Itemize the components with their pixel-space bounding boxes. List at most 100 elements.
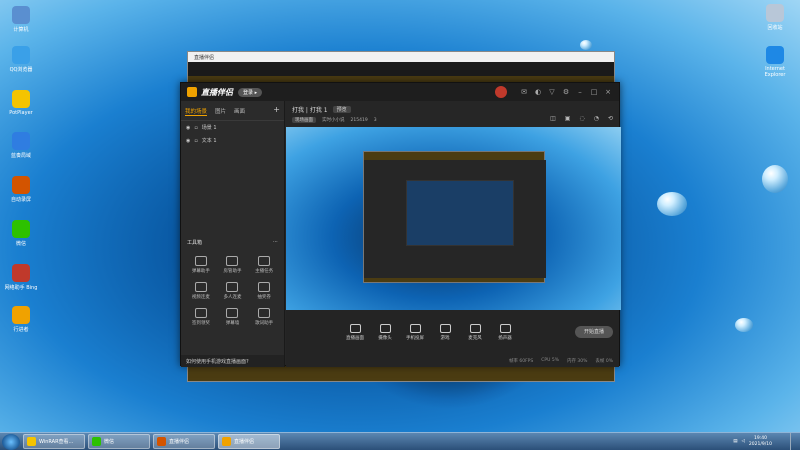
desktop-icon[interactable]: 蓝奏局域 <box>4 132 38 159</box>
login-button[interactable]: 登录 ▸ <box>238 87 263 97</box>
desktop-icon[interactable]: 回收站 <box>758 4 792 31</box>
toolbox-item[interactable]: 抽奖券 <box>248 282 280 300</box>
tool-label: 弹幕助手 <box>191 269 210 274</box>
source-tool[interactable]: 游戏 <box>436 324 454 341</box>
app-icon <box>12 46 30 64</box>
task-icon <box>222 437 231 446</box>
like-count: 3 <box>373 117 377 123</box>
toolbox-item[interactable]: 房管助手 <box>217 256 249 274</box>
clock[interactable]: 19:40 2021/9/10 <box>749 436 772 448</box>
network-icon[interactable]: ▤ <box>733 439 737 444</box>
source-label: 麦克风 <box>468 336 482 341</box>
tool-label: 多人连麦 <box>223 295 242 300</box>
scene-item[interactable]: ◉ ▫ 文本 1 <box>181 134 284 147</box>
avatar[interactable] <box>495 86 507 98</box>
chat-icon[interactable]: ◌ <box>579 115 584 122</box>
info-pill[interactable]: 现场画面 <box>292 117 316 123</box>
source-tool[interactable]: 扬声器 <box>496 324 514 341</box>
app-logo-icon <box>187 87 197 97</box>
task-label: 直播伴侣 <box>169 439 190 445</box>
water-drop <box>735 318 753 332</box>
toolbox-item[interactable]: 多人连麦 <box>217 282 249 300</box>
gift-icon[interactable]: ▣ <box>565 115 571 122</box>
camera-icon[interactable]: ◫ <box>550 115 556 122</box>
toolbox-item[interactable]: 弹幕助手 <box>185 256 217 274</box>
app-icon <box>12 6 30 24</box>
task-icon <box>157 437 166 446</box>
desktop-icon[interactable]: 微信 <box>4 220 38 247</box>
taskbar-task[interactable]: WinRAR查看... <box>23 434 85 449</box>
tool-label: 签到领奖 <box>191 321 210 326</box>
task-label: 微信 <box>104 439 115 445</box>
lock-icon[interactable]: ▫ <box>194 138 197 144</box>
desktop-icon[interactable]: 行进者 <box>4 306 38 333</box>
tab-my-scenes[interactable]: 我的场景 <box>185 107 208 116</box>
toolbox-item[interactable]: 弹幕墙 <box>217 308 249 326</box>
desktop-icon[interactable]: PotPlayer <box>4 90 38 116</box>
source-tools: 直播画面 摄像头 手机投屏 游戏 麦克风 扬声器 <box>346 324 514 341</box>
show-desktop-button[interactable] <box>790 433 800 450</box>
tool-icon <box>194 282 207 292</box>
desktop-icon[interactable]: Internet Explorer <box>758 46 792 78</box>
toolbox-item[interactable]: 主播任务 <box>248 256 280 274</box>
source-label: 直播画面 <box>346 336 364 341</box>
message-icon[interactable]: ✉ <box>519 87 529 97</box>
minimize-icon[interactable]: – <box>575 87 585 97</box>
maximize-icon[interactable]: □ <box>589 87 599 97</box>
live-preview[interactable] <box>286 127 621 310</box>
desktop-icon[interactable]: QQ浏览器 <box>4 46 38 73</box>
toolbox-item[interactable]: 歌词助手 <box>248 308 280 326</box>
source-label: 游戏 <box>440 336 450 341</box>
volume-icon[interactable]: ◁ <box>741 439 744 444</box>
clock-date: 2021/9/10 <box>748 441 772 447</box>
eye-icon[interactable]: ◉ <box>186 138 190 144</box>
bell-icon[interactable]: ◔ <box>594 115 599 122</box>
start-button[interactable] <box>2 433 20 450</box>
tool-icon <box>258 308 271 318</box>
tool-icon <box>226 282 239 292</box>
preview-tag[interactable]: 预览 <box>332 106 351 113</box>
settings-icon[interactable]: ⚙ <box>561 87 571 97</box>
lock-icon[interactable]: ▫ <box>194 125 197 131</box>
desktop-icon-label: 网络助手 Bing <box>4 285 38 291</box>
app-icon <box>766 46 784 64</box>
taskbar-task[interactable]: 直播伴侣 <box>218 434 280 449</box>
app-icon <box>12 220 30 238</box>
desktop-icon[interactable]: 自动录屏 <box>4 176 38 203</box>
source-tool[interactable]: 直播画面 <box>346 324 364 341</box>
source-tool[interactable]: 手机投屏 <box>406 324 424 341</box>
scene-item[interactable]: ◉ ▫ 场景 1 <box>181 121 284 134</box>
add-scene-icon[interactable]: + <box>273 106 280 116</box>
source-tool[interactable]: 摄像头 <box>376 324 394 341</box>
start-live-button[interactable]: 开始直播 <box>575 326 613 338</box>
toolbox-item[interactable]: 签到领奖 <box>185 308 217 326</box>
desktop-icon-label: 行进者 <box>13 327 29 333</box>
eye-icon[interactable]: ◉ <box>186 125 190 131</box>
tab-canvas[interactable]: 画面 <box>234 107 245 116</box>
filter-icon[interactable]: ▽ <box>547 87 557 97</box>
source-icon <box>379 324 391 333</box>
notice-bar[interactable]: 如何使用手机游戏直播画面? <box>181 355 284 367</box>
task-icon <box>92 437 101 446</box>
desktop-icon-label: 回收站 <box>767 25 783 31</box>
tab-images[interactable]: 图片 <box>215 107 226 116</box>
source-tool[interactable]: 麦克风 <box>466 324 484 341</box>
toolbox-item[interactable]: 视频连麦 <box>185 282 217 300</box>
desktop-icon-label: 计算机 <box>13 27 29 33</box>
scene-label: 场景 1 <box>201 125 217 131</box>
taskbar-tasks: WinRAR查看... 微信 直播伴侣 直播伴侣 <box>20 434 280 449</box>
desktop-icon[interactable]: 计算机 <box>4 6 38 33</box>
desktop-icon[interactable]: 网络助手 Bing <box>4 264 38 291</box>
taskbar-task[interactable]: 微信 <box>88 434 150 449</box>
toolbox-title: 工具箱 <box>187 240 203 246</box>
taskbar-task[interactable]: 直播伴侣 <box>153 434 215 449</box>
close-icon[interactable]: × <box>603 87 613 97</box>
skin-icon[interactable]: ◐ <box>533 87 543 97</box>
toolbox-header: 工具箱 ⋯ <box>187 239 278 246</box>
live-companion-window[interactable]: 直播伴侣 登录 ▸ ✉ ◐ ▽ ⚙ – □ × 我的场景 图片 画面 + ◉ ▫… <box>180 82 621 367</box>
background-window-toolbar <box>188 62 614 76</box>
bottom-toolbar: 直播画面 摄像头 手机投屏 游戏 麦克风 扬声器 开始直播 帧率 60FPS CPU 5% 内… <box>286 310 619 367</box>
water-drop <box>657 192 687 216</box>
share-icon[interactable]: ⟲ <box>608 115 613 122</box>
more-icon[interactable]: ⋯ <box>273 239 278 246</box>
